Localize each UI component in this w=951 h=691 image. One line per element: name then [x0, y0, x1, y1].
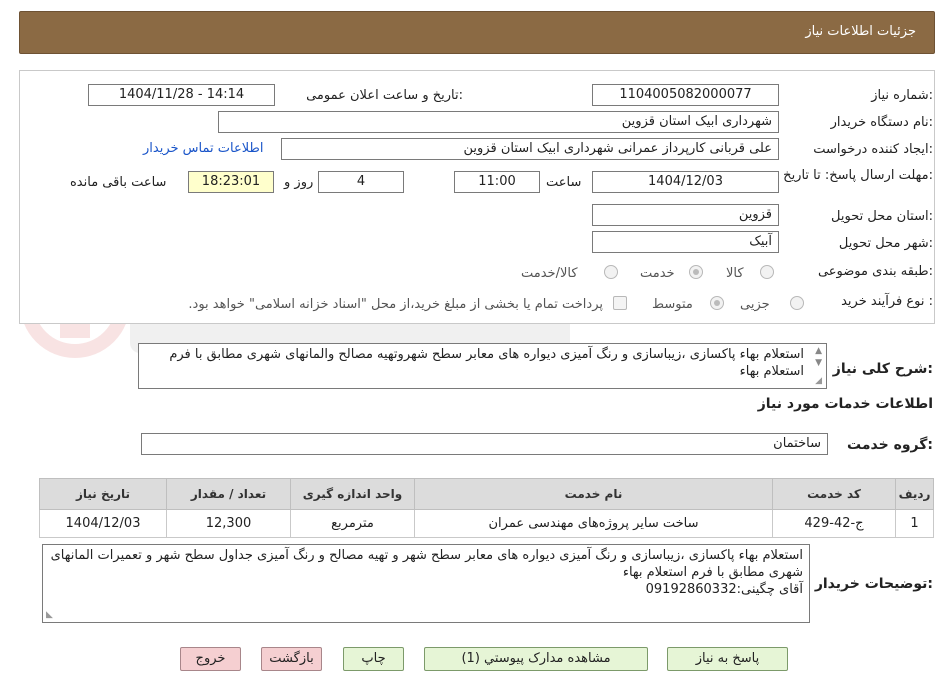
category-option-goods-service: کالا/خدمت: [521, 266, 578, 281]
services-table-header: ردیف کد خدمت نام خدمت واحد اندازه گیری ت…: [39, 478, 934, 510]
table-cell: مترمربع: [290, 509, 415, 538]
summary-textarea[interactable]: استعلام بهاء پاکسازی ،زیباسازی و رنگ آمی…: [138, 343, 827, 389]
days-label: روز و: [284, 175, 314, 190]
process-radio-minor[interactable]: [790, 296, 804, 310]
table-cell: ج-42-429: [772, 509, 896, 538]
services-table: ردیف کد خدمت نام خدمت واحد اندازه گیری ت…: [39, 478, 934, 538]
table-cell: 1404/12/03: [39, 509, 167, 538]
announce-field: 1404/11/28 - 14:14: [88, 84, 275, 106]
announce-label: تاریخ و ساعت اعلان عمومی:: [306, 88, 463, 103]
category-radio-goods-service[interactable]: [604, 265, 618, 279]
category-option-goods: کالا: [726, 266, 744, 281]
scroll-down-icon[interactable]: ▼: [815, 358, 822, 368]
buyer-org-label: نام دستگاه خریدار:: [830, 115, 933, 130]
table-row: 1 ج-42-429 ساخت سایر پروژه‌های مهندسی عم…: [39, 509, 934, 538]
category-radio-service[interactable]: [689, 265, 703, 279]
attachments-button[interactable]: مشاهده مدارک پیوستي (1): [424, 647, 648, 671]
resize-grip-icon[interactable]: ◣: [46, 611, 53, 620]
payment-note: پرداخت تمام یا بخشی از مبلغ خرید،از محل …: [188, 297, 603, 312]
city-field: آبیک: [592, 231, 779, 253]
deadline-time-label: ساعت: [546, 175, 582, 190]
need-number-label: شماره نیاز:: [871, 88, 933, 103]
deadline-label: مهلت ارسال پاسخ: تا تاریخ:: [783, 168, 933, 183]
buyer-org-field: شهرداری ابیک استان قزوین: [218, 111, 779, 133]
category-radio-goods[interactable]: [760, 265, 774, 279]
table-cell: 1: [895, 509, 934, 538]
back-button[interactable]: بازگشت: [261, 647, 322, 671]
column-header: تاریخ نیاز: [39, 478, 167, 510]
category-label: طبقه بندی موضوعی:: [817, 264, 933, 279]
creator-field: علی قربانی کارپرداز عمرانی شهرداری ابیک …: [281, 138, 779, 160]
exit-button[interactable]: خروج: [180, 647, 241, 671]
creator-label: ایجاد کننده درخواست:: [813, 142, 933, 157]
resize-grip-icon[interactable]: ◢: [815, 377, 822, 386]
buyer-notes-line1: استعلام بهاء پاکسازی ،زیباسازی و رنگ آمی…: [50, 548, 803, 580]
process-option-minor: جزیی: [740, 297, 770, 312]
city-label: شهر محل تحویل:: [838, 236, 933, 251]
need-number-field: 1104005082000077: [592, 84, 779, 106]
summary-text: استعلام بهاء پاکسازی ،زیباسازی و رنگ آمی…: [169, 347, 804, 379]
deadline-time-field: 11:00: [454, 171, 540, 193]
services-title: اطلاعات خدمات مورد نیاز: [757, 396, 933, 412]
column-header: تعداد / مقدار: [166, 478, 291, 510]
print-button[interactable]: چاپ: [343, 647, 404, 671]
buyer-notes-textarea[interactable]: استعلام بهاء پاکسازی ،زیباسازی و رنگ آمی…: [42, 544, 810, 623]
days-field: 4: [318, 171, 404, 193]
category-option-service: خدمت: [640, 266, 675, 281]
treasury-checkbox[interactable]: [613, 296, 627, 310]
process-label: نوع فرآیند خرید :: [841, 294, 933, 309]
process-option-medium: متوسط: [652, 297, 693, 312]
summary-label: شرح کلی نیاز:: [832, 361, 933, 377]
form-panel: [19, 70, 935, 324]
page-header: جزئیات اطلاعات نیاز: [19, 11, 935, 54]
province-label: استان محل تحویل:: [831, 209, 933, 224]
process-radio-medium[interactable]: [710, 296, 724, 310]
table-cell: 12,300: [166, 509, 291, 538]
deadline-date-field: 1404/12/03: [592, 171, 779, 193]
service-group-field: ساختمان: [141, 433, 828, 455]
province-field: قزوین: [592, 204, 779, 226]
column-header: ردیف: [895, 478, 934, 510]
column-header: نام خدمت: [414, 478, 773, 510]
buyer-contact-link[interactable]: اطلاعات تماس خریدار: [143, 141, 263, 156]
table-cell: ساخت سایر پروژه‌های مهندسی عمران: [414, 509, 773, 538]
buyer-notes-label: توضیحات خریدار:: [814, 576, 933, 592]
service-group-label: گروه خدمت:: [847, 437, 933, 453]
buyer-notes-line2: آقای چگینی:09192860332: [645, 582, 803, 597]
page-title: جزئیات اطلاعات نیاز: [805, 24, 916, 39]
column-header: کد خدمت: [772, 478, 896, 510]
column-header: واحد اندازه گیری: [290, 478, 415, 510]
reply-button[interactable]: پاسخ به نیاز: [667, 647, 788, 671]
remaining-time-field: 18:23:01: [188, 171, 274, 193]
scroll-up-icon[interactable]: ▲: [815, 346, 822, 356]
remaining-label: ساعت باقی مانده: [70, 175, 167, 190]
